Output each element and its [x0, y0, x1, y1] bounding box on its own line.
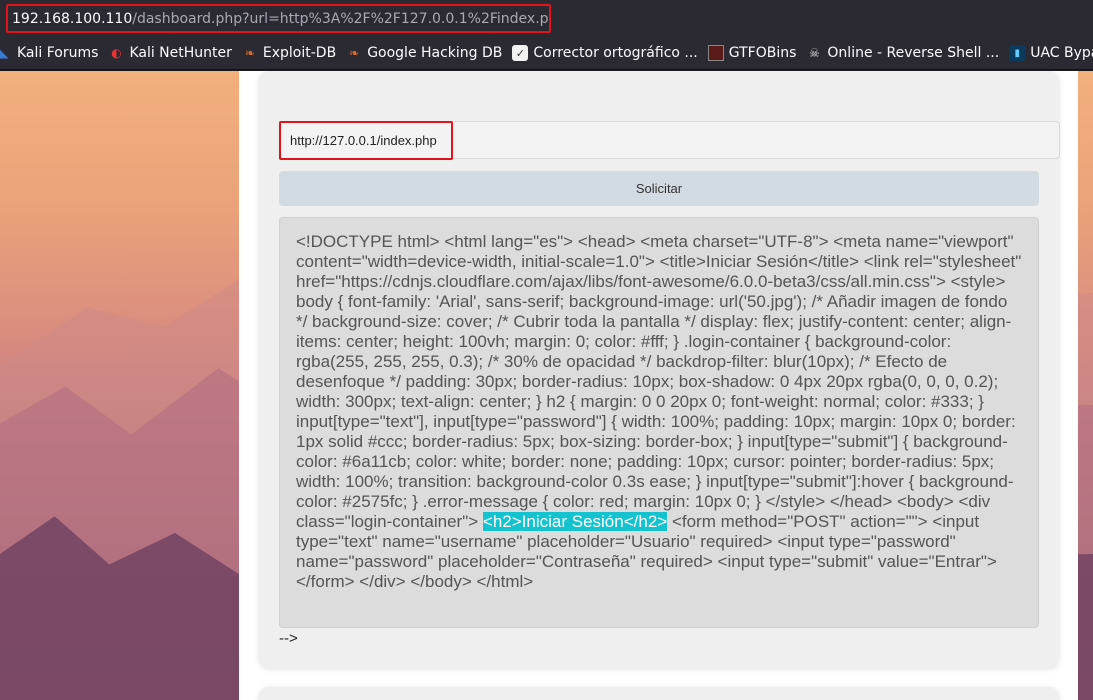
bookmark-corrector[interactable]: ✓ Corrector ortográfico ... [512, 45, 698, 61]
bookmark-kali-nethunter[interactable]: ◐ Kali NetHunter [108, 45, 232, 61]
nethunter-icon: ◐ [111, 46, 122, 60]
comment-tail: --> [279, 630, 298, 647]
bookmark-uac-bypass[interactable]: ▮ UAC Bypass | y [1009, 45, 1093, 61]
secondary-card [259, 687, 1059, 700]
browser-toolbar: 192.168.100.110/dashboard.php?url=http%3… [0, 0, 1093, 37]
bookmark-label: Exploit-DB [262, 45, 337, 61]
kali-icon: ◣ [0, 46, 9, 60]
bookmark-exploit-db[interactable]: ❧ Exploit-DB [242, 45, 336, 61]
response-text: <!DOCTYPE html> <html lang="es"> <head> … [296, 232, 1022, 531]
bookmark-gtfobins[interactable]: GTFOBins [707, 45, 797, 61]
uac-icon: ▮ [1009, 45, 1026, 61]
exploit-db-icon: ❧ [244, 46, 255, 60]
skull-icon: ☠ [809, 46, 820, 60]
request-card: http://127.0.0.1/index.php Solicitar <!D… [259, 71, 1060, 668]
response-output: <!DOCTYPE html> <html lang="es"> <head> … [279, 217, 1039, 628]
ghdb-icon: ❧ [349, 46, 360, 60]
bookmark-label: Kali Forums [17, 45, 99, 61]
url-host: 192.168.100.110 [12, 10, 133, 27]
bookmarks-toolbar: ◣ Kali Forums ◐ Kali NetHunter ❧ Exploit… [0, 37, 1093, 70]
bookmark-reverse-shell[interactable]: ☠ Online - Reverse Shell ... [806, 45, 999, 61]
bookmark-google-hacking-db[interactable]: ❧ Google Hacking DB [346, 45, 502, 61]
url-path: /dashboard.php?url=http%3A%2F%2F127.0.0.… [132, 10, 551, 27]
response-highlight: <h2>Iniciar Sesión</h2> [482, 512, 668, 531]
bookmark-label: UAC Bypass | y [1030, 45, 1093, 61]
gtfobins-icon [707, 45, 724, 61]
bookmark-label: GTFOBins [728, 45, 797, 61]
corrector-icon: ✓ [512, 45, 529, 61]
url-input-value[interactable]: http://127.0.0.1/index.php [279, 121, 453, 160]
address-bar[interactable]: 192.168.100.110/dashboard.php?url=http%3… [6, 4, 551, 33]
bookmark-label: Online - Reverse Shell ... [827, 45, 1000, 61]
solicitar-button[interactable]: Solicitar [279, 171, 1039, 206]
bookmark-label: Corrector ortográfico ... [533, 45, 698, 61]
page-viewport: http://127.0.0.1/index.php Solicitar <!D… [0, 71, 1093, 700]
bookmark-kali-forums[interactable]: ◣ Kali Forums [0, 45, 98, 61]
bookmark-label: Kali NetHunter [129, 45, 232, 61]
bookmark-label: Google Hacking DB [367, 45, 503, 61]
